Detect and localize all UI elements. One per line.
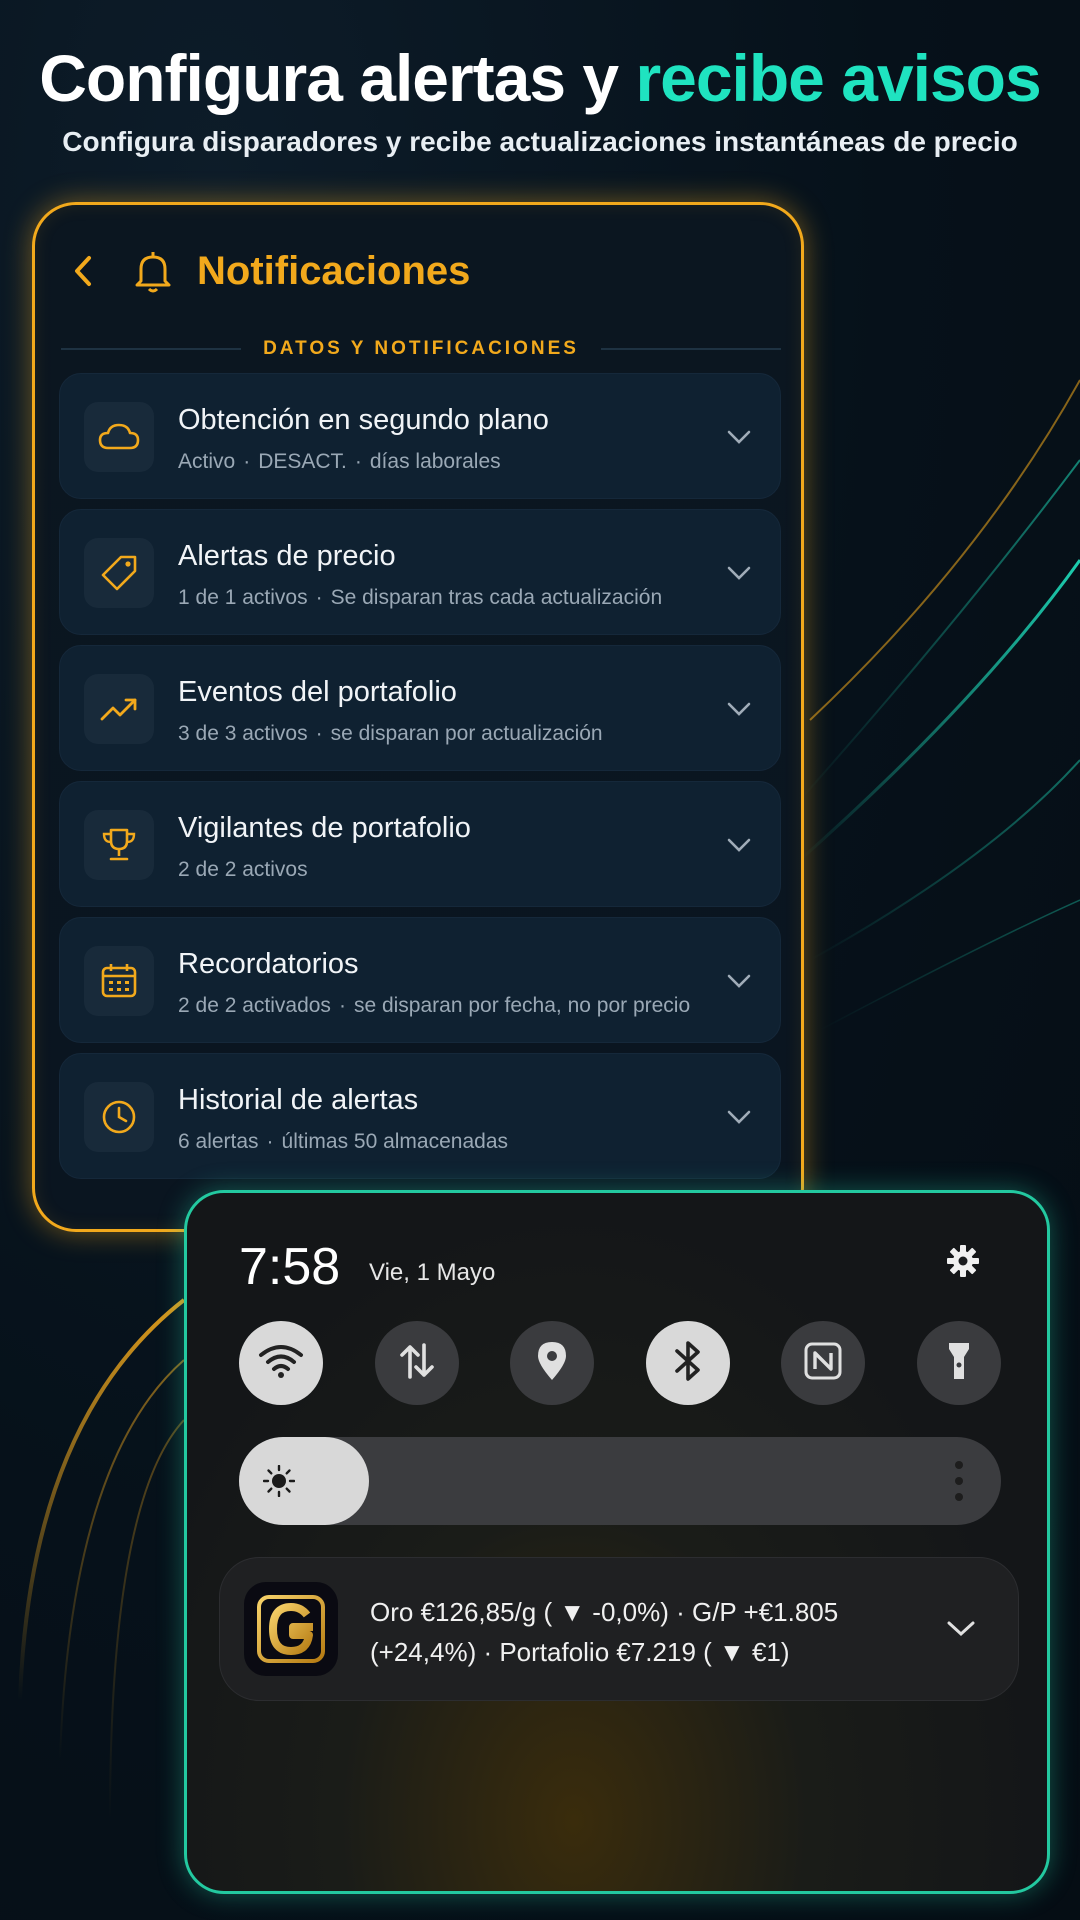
item-count: 2 de 2 activados (178, 994, 331, 1017)
chevron-down-icon[interactable] (724, 422, 754, 452)
nfc-icon (803, 1341, 843, 1386)
nfc-tile[interactable] (781, 1321, 866, 1405)
settings-item-portfolio-watchers[interactable]: Vigilantes de portafolio 2 de 2 activos (59, 781, 781, 907)
status-clock: 7:58 (239, 1238, 341, 1296)
data-transfer-tile[interactable] (374, 1321, 459, 1405)
calendar-icon (84, 946, 154, 1016)
trending-up-icon (84, 674, 154, 744)
chevron-down-icon[interactable] (724, 1102, 754, 1132)
flashlight-icon (944, 1339, 974, 1388)
bluetooth-icon (673, 1339, 703, 1388)
location-tile[interactable] (510, 1321, 595, 1405)
tag-icon (84, 538, 154, 608)
notification-line-2: (+24,4%) · Portafolio €7.219 ( ▼ €1) (370, 1637, 790, 1667)
gold-g-logo (244, 1582, 338, 1676)
item-schedule: días laborales (369, 450, 501, 473)
hero-title-accent: recibe avisos (635, 41, 1041, 115)
chevron-down-icon[interactable] (724, 830, 754, 860)
item-title: Historial de alertas (178, 1084, 419, 1116)
item-trigger: Se disparan tras cada actualización (330, 586, 663, 609)
data-transfer-icon (397, 1341, 437, 1386)
brightness-fill (239, 1437, 369, 1525)
settings-list: Obtención en segundo plano Activo · DESACT… (59, 373, 781, 1189)
item-status-2: DESACT. (258, 450, 347, 473)
back-arrow-icon[interactable] (63, 251, 103, 291)
settings-item-reminders[interactable]: Recordatorios 2 de 2 activados · se dispar… (59, 917, 781, 1043)
clock-icon (84, 1082, 154, 1152)
section-label: DATOS Y NOTIFICACIONES (263, 338, 579, 359)
page-title: Notificaciones (197, 248, 471, 293)
notification-line-1: Oro €126,85/g ( ▼ -0,0%) · G/P +€1.805 (370, 1597, 839, 1627)
item-count: 6 alertas (178, 1130, 259, 1153)
item-subtitle: 2 de 2 activos (178, 858, 308, 882)
settings-item-alert-history[interactable]: Historial de alertas 6 alertas · últimas 5… (59, 1053, 781, 1179)
section-divider-right (600, 348, 782, 350)
item-subtitle: 3 de 3 activos · se disparan por actualiza… (178, 722, 603, 745)
gear-icon[interactable] (941, 1239, 985, 1283)
item-trigger: se disparan por fecha, no por precio (353, 994, 691, 1017)
chevron-down-icon[interactable] (944, 1612, 978, 1646)
settings-item-background-fetch[interactable]: Obtención en segundo plano Activo · DESACT… (59, 373, 781, 499)
item-count: 2 de 2 activos (178, 858, 308, 881)
item-title: Recordatorios (178, 948, 359, 980)
wifi-tile[interactable] (239, 1321, 323, 1405)
wifi-icon (258, 1343, 304, 1384)
notifications-panel: Notificaciones DATOS Y NOTIFICACIONES Ob… (32, 202, 804, 1232)
quick-settings-panel: 7:58 Vie, 1 Mayo Oro €126,85/g (▼ -0,0%… (184, 1190, 1050, 1894)
chevron-down-icon[interactable] (724, 558, 754, 588)
item-title: Obtención en segundo plano (178, 404, 549, 436)
item-status: Activo (178, 450, 236, 473)
item-trigger: se disparan por actualización (330, 722, 603, 745)
chevron-down-icon[interactable] (724, 966, 754, 996)
more-vertical-icon[interactable] (953, 1459, 965, 1503)
hero-title: Configura alertas y recibe avisos (0, 38, 1080, 118)
item-subtitle: Activo · DESACT. · días laborales (178, 450, 501, 473)
cloud-icon (84, 402, 154, 472)
settings-item-portfolio-events[interactable]: Eventos del portafolio 3 de 3 activos · se… (59, 645, 781, 771)
flashlight-tile[interactable] (916, 1321, 1001, 1405)
item-storage: últimas 50 almacenadas (281, 1130, 509, 1153)
item-count: 1 de 1 activos (178, 586, 308, 609)
settings-item-price-alerts[interactable]: Alertas de precio 1 de 1 activos · Se disp… (59, 509, 781, 635)
status-date: Vie, 1 Mayo (369, 1259, 496, 1286)
item-count: 3 de 3 activos (178, 722, 308, 745)
item-subtitle: 6 alertas · últimas 50 almacenadas (178, 1130, 509, 1153)
chevron-down-icon[interactable] (724, 694, 754, 724)
item-subtitle: 1 de 1 activos · Se disparan tras cada act… (178, 586, 663, 609)
bell-icon (129, 247, 177, 295)
brightness-slider[interactable] (239, 1437, 1001, 1525)
item-title: Vigilantes de portafolio (178, 812, 471, 844)
bluetooth-tile[interactable] (645, 1321, 730, 1405)
notification-text: Oro €126,85/g ( ▼ -0,0%) · G/P +€1.805 (… (370, 1592, 910, 1672)
sun-icon (261, 1463, 297, 1499)
trophy-icon (84, 810, 154, 880)
hero-subtitle: Configura disparadores y recibe actualiz… (62, 126, 1018, 157)
app-notification[interactable]: Oro €126,85/g ( ▼ -0,0%) · G/P +€1.805 (… (219, 1557, 1019, 1701)
item-title: Eventos del portafolio (178, 676, 457, 708)
panel-header: Notificaciones (63, 241, 470, 301)
quick-tiles (239, 1321, 1001, 1405)
section-divider-left (61, 348, 242, 350)
item-subtitle: 2 de 2 activados · se disparan por fecha, … (178, 994, 691, 1017)
section-header: DATOS Y NOTIFICACIONES (61, 329, 782, 369)
location-icon (535, 1340, 569, 1387)
item-title: Alertas de precio (178, 540, 396, 572)
hero-title-main: Configura alertas y (39, 41, 636, 115)
